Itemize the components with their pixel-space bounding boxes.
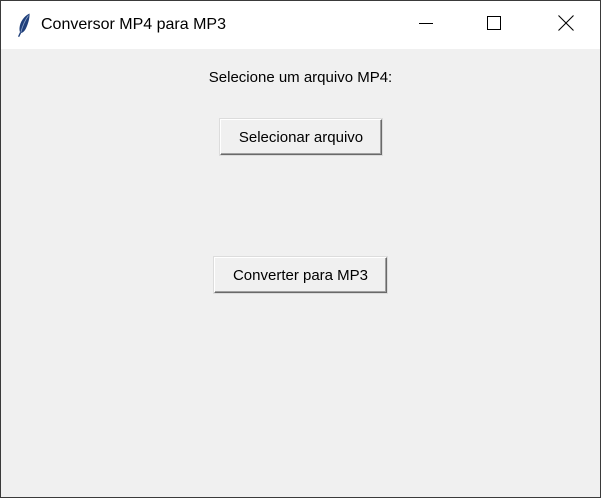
- maximize-icon: [487, 15, 501, 35]
- close-icon: [558, 14, 574, 36]
- main-content: Selecione um arquivo MP4: Selecionar arq…: [1, 49, 600, 497]
- app-window: Conversor MP4 para MP3 Selecione um arqu…: [0, 0, 601, 498]
- maximize-button[interactable]: [460, 1, 528, 49]
- window-title: Conversor MP4 para MP3: [41, 16, 226, 33]
- minimize-icon: [419, 16, 433, 35]
- convert-to-mp3-button[interactable]: Converter para MP3: [214, 257, 387, 293]
- title-bar[interactable]: Conversor MP4 para MP3: [1, 1, 600, 49]
- close-button[interactable]: [532, 1, 600, 49]
- feather-icon: [15, 12, 33, 38]
- minimize-button[interactable]: [392, 1, 460, 49]
- select-file-button[interactable]: Selecionar arquivo: [220, 119, 382, 155]
- select-file-label: Selecione um arquivo MP4:: [208, 69, 393, 86]
